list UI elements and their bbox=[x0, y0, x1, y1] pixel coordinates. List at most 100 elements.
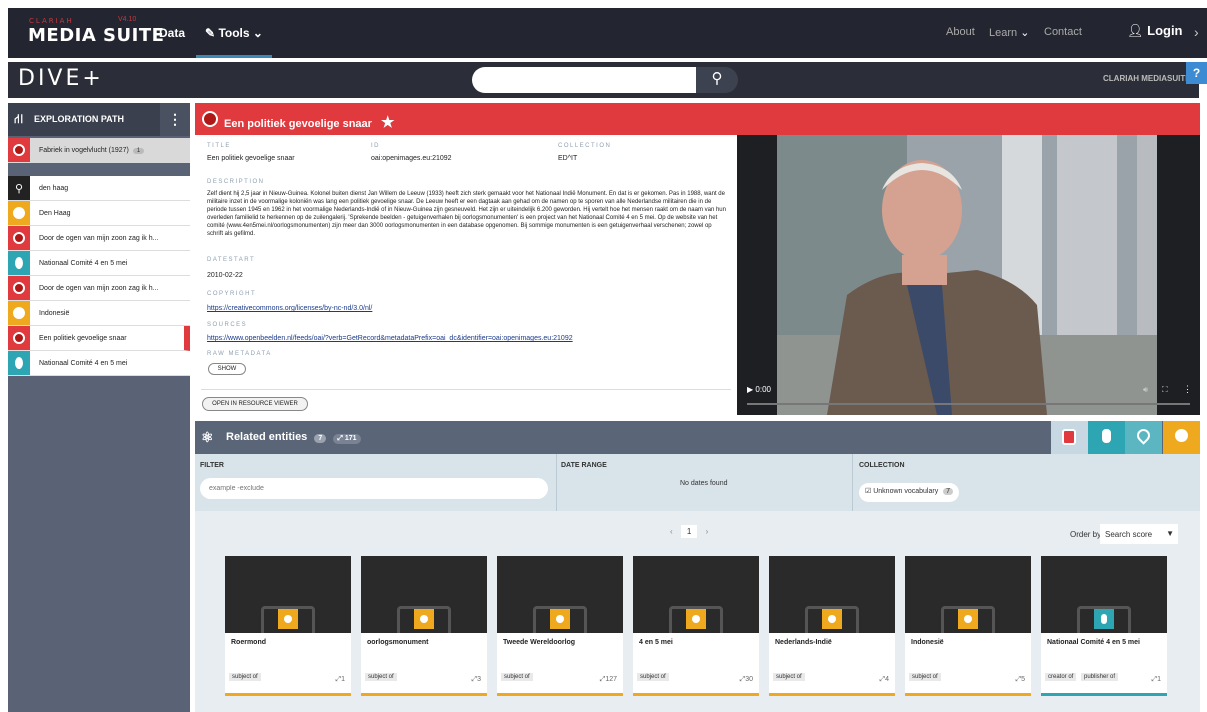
order-by-select[interactable]: Search score ▼ bbox=[1100, 524, 1178, 544]
concept-icon bbox=[8, 301, 30, 325]
card-name: Nederlands-Indië bbox=[775, 639, 832, 646]
network-icon: ⚛ bbox=[201, 429, 214, 445]
relation-tag: publisher of bbox=[1081, 673, 1119, 681]
link-count: 171 bbox=[344, 435, 357, 442]
collection-option[interactable]: ☑ Unknown vocabulary 7 bbox=[859, 483, 960, 502]
nav-data[interactable]: Data bbox=[159, 26, 185, 40]
card-link-count: ⤢127 bbox=[599, 676, 617, 683]
video-time: 0:00 bbox=[755, 385, 771, 394]
actor-filter-tab[interactable] bbox=[1088, 421, 1125, 454]
nav-tools[interactable]: ✎ Tools ⌄ bbox=[196, 8, 272, 58]
place-filter-tab[interactable] bbox=[1125, 421, 1162, 454]
dive-toolbar: DIVE+ ⚲ CLARIAH MEDIASUITE bbox=[8, 62, 1199, 98]
description-text: Zelf dient hij 2,5 jaar in Nieuw-Guinea.… bbox=[207, 191, 726, 237]
filter-input[interactable] bbox=[200, 478, 548, 499]
play-control[interactable]: ▶ 0:00 bbox=[747, 385, 771, 394]
result-card[interactable]: Tweede Wereldoorlog subject of ⤢127 bbox=[497, 556, 623, 696]
sources-link[interactable]: https://www.openbeelden.nl/feeds/oai/?ve… bbox=[207, 335, 573, 342]
card-link-count: ⤢5 bbox=[1015, 676, 1026, 683]
path-item[interactable]: Nationaal Comité 4 en 5 mei bbox=[8, 251, 190, 276]
media-icon bbox=[8, 138, 30, 162]
wrench-icon: ✎ bbox=[205, 26, 219, 40]
card-thumbnail bbox=[769, 556, 895, 633]
video-player[interactable]: ▶ 0:00 🔊︎ ⛶ ⋮ bbox=[737, 135, 1200, 415]
concept-icon bbox=[686, 609, 706, 629]
card-thumbnail bbox=[225, 556, 351, 633]
concept-icon bbox=[822, 609, 842, 629]
login-label: Login bbox=[1147, 23, 1183, 38]
brand-logo[interactable]: MEDIA SUITE bbox=[28, 25, 164, 46]
search-icon: ⚲ bbox=[8, 176, 30, 200]
pagination: ‹ 1 › bbox=[670, 525, 708, 538]
login-button[interactable]: 👤︎ Login bbox=[1127, 23, 1183, 39]
collection-option-count: 7 bbox=[943, 488, 954, 495]
actor-icon bbox=[8, 251, 30, 275]
result-card[interactable]: Indonesië subject of ⤢5 bbox=[905, 556, 1031, 696]
play-icon[interactable]: ▶ bbox=[747, 385, 753, 394]
card-link-count: ⤢3 bbox=[471, 676, 482, 683]
concept-filter-tab[interactable] bbox=[1163, 421, 1200, 454]
path-item[interactable]: Fabriek in vogelvlucht (1927) 1 bbox=[8, 138, 190, 166]
path-item-label: Den Haag bbox=[39, 210, 71, 217]
more-options-icon[interactable]: ⋮ bbox=[160, 103, 190, 136]
open-resource-viewer-button[interactable]: OPEN IN RESOURCE VIEWER bbox=[202, 397, 308, 411]
chevron-right-icon[interactable]: › bbox=[1194, 24, 1199, 40]
media-filter-tab[interactable] bbox=[1051, 421, 1088, 454]
video-progress-bar[interactable] bbox=[747, 403, 1190, 405]
nav-about[interactable]: About bbox=[946, 26, 975, 38]
card-color-bar bbox=[769, 693, 895, 696]
actor-icon bbox=[1094, 609, 1114, 629]
title-value: Een politiek gevoelige snaar bbox=[207, 155, 295, 162]
relation-tag: subject of bbox=[365, 673, 397, 681]
path-item[interactable]: Den Haag bbox=[8, 201, 190, 226]
divider bbox=[556, 454, 557, 511]
checkbox-icon[interactable]: ☑ bbox=[865, 488, 873, 495]
page-number[interactable]: 1 bbox=[680, 525, 698, 538]
path-item[interactable]: Nationaal Comité 4 en 5 mei bbox=[8, 351, 190, 376]
nav-contact[interactable]: Contact bbox=[1044, 26, 1082, 38]
relation-tag: subject of bbox=[909, 673, 941, 681]
date-range-label: DATE RANGE bbox=[561, 462, 607, 469]
description-label: DESCRIPTION bbox=[207, 179, 265, 185]
dive-logo[interactable]: DIVE+ bbox=[18, 66, 104, 91]
place-icon bbox=[1134, 426, 1153, 445]
path-item-label: Een politiek gevoelige snaar bbox=[39, 335, 127, 342]
clariah-label[interactable]: CLARIAH MEDIASUITE bbox=[1103, 74, 1191, 83]
help-button[interactable]: ? bbox=[1186, 62, 1207, 84]
sidebar-title: EXPLORATION PATH bbox=[34, 114, 124, 124]
card-thumbnail bbox=[905, 556, 1031, 633]
title-label: TITLE bbox=[207, 143, 231, 149]
path-item[interactable]: Door de ogen van mijn zoon zag ik h... bbox=[8, 226, 190, 251]
more-options-icon[interactable]: ⋮ bbox=[1183, 384, 1192, 395]
card-link-count: ⤢30 bbox=[739, 676, 753, 683]
path-item-label: Indonesië bbox=[39, 310, 70, 317]
collection-label: COLLECTION bbox=[558, 143, 612, 149]
top-navbar: CLARIAH V4.10 MEDIA SUITE Data ✎ Tools ⌄… bbox=[8, 8, 1207, 58]
path-icon: ⛙ bbox=[14, 111, 24, 126]
volume-icon[interactable]: 🔊︎ bbox=[1143, 385, 1148, 395]
order-by-value: Search score bbox=[1105, 530, 1153, 539]
date-range-value: No dates found bbox=[680, 480, 728, 487]
link-count-badge: ⤢ 171 bbox=[333, 434, 361, 444]
card-thumbnail bbox=[1041, 556, 1167, 633]
result-card[interactable]: Roermond subject of ⤢1 bbox=[225, 556, 351, 696]
search-button[interactable]: ⚲ bbox=[696, 67, 738, 93]
nav-learn[interactable]: Learn ⌄ bbox=[989, 26, 1029, 39]
prev-page-icon[interactable]: ‹ bbox=[670, 527, 673, 536]
search-input[interactable] bbox=[472, 67, 704, 93]
path-item[interactable]: ⚲ den haag bbox=[8, 176, 190, 201]
fullscreen-icon[interactable]: ⛶ bbox=[1162, 385, 1168, 395]
result-card[interactable]: oorlogsmonument subject of ⤢3 bbox=[361, 556, 487, 696]
result-card[interactable]: Nederlands-Indië subject of ⤢4 bbox=[769, 556, 895, 696]
show-raw-button[interactable]: SHOW bbox=[208, 363, 246, 375]
next-page-icon[interactable]: › bbox=[706, 527, 709, 536]
result-card[interactable]: Nationaal Comité 4 en 5 mei creator of p… bbox=[1041, 556, 1167, 696]
path-item[interactable]: Indonesië bbox=[8, 301, 190, 326]
copyright-link[interactable]: https://creativecommons.org/licenses/by-… bbox=[207, 305, 372, 312]
path-item-active[interactable]: Een politiek gevoelige snaar bbox=[8, 326, 190, 351]
chevron-down-icon: ⌄ bbox=[249, 26, 263, 40]
media-icon bbox=[8, 226, 30, 250]
star-icon[interactable]: ★ bbox=[381, 114, 394, 131]
result-card[interactable]: 4 en 5 mei subject of ⤢30 bbox=[633, 556, 759, 696]
path-item[interactable]: Door de ogen van mijn zoon zag ik h... bbox=[8, 276, 190, 301]
